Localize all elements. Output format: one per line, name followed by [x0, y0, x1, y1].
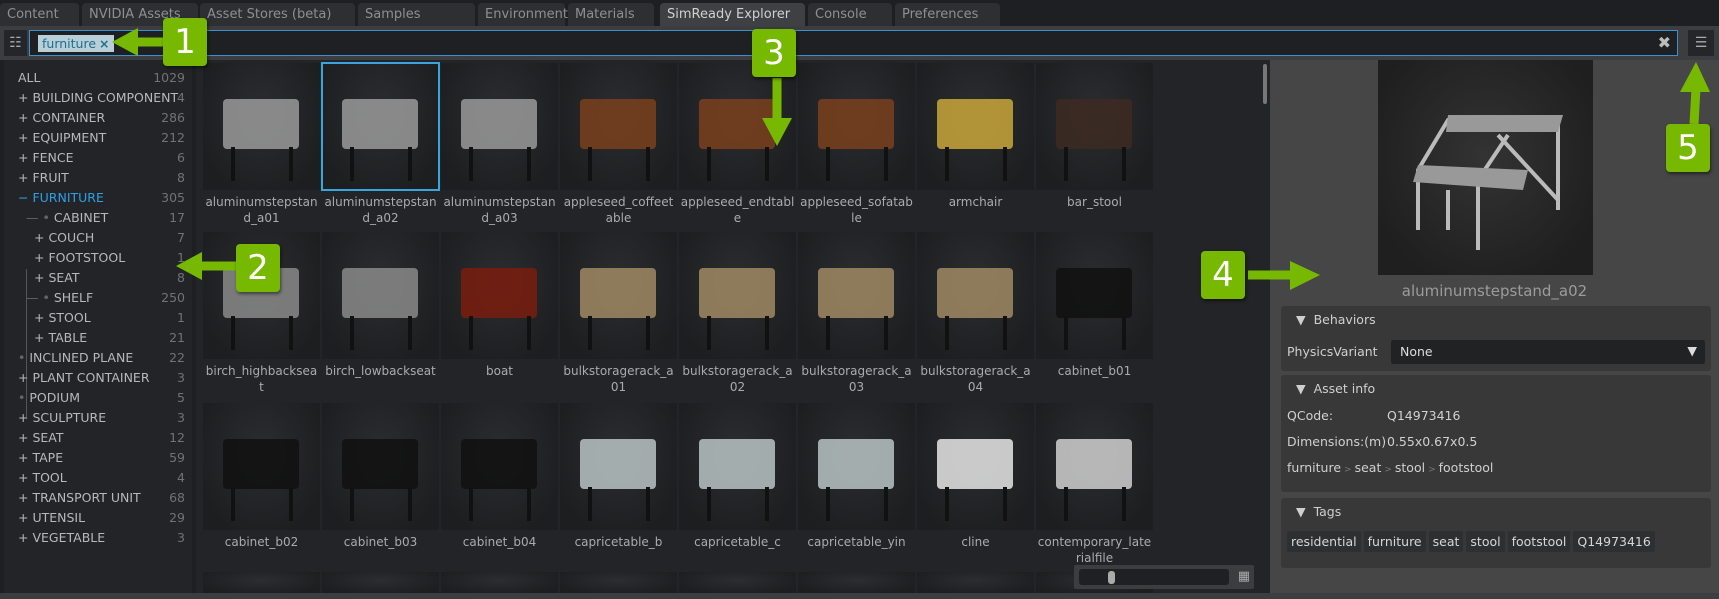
arrow-5 [1689, 87, 1701, 125]
callout-5: 5 [1666, 124, 1710, 172]
callout-1: 1 [163, 18, 207, 66]
callout-3: 3 [752, 29, 796, 77]
callout-2: 2 [236, 244, 280, 292]
callout-4: 4 [1201, 251, 1245, 299]
annotation-arrows [112, 28, 1710, 290]
